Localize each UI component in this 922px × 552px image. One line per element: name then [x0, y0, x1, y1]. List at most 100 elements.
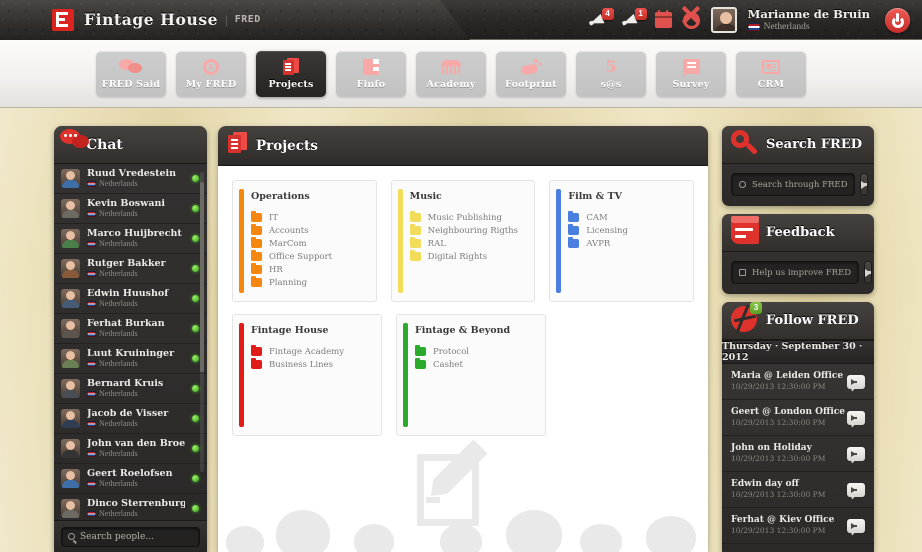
chat-list-item[interactable]: Kevin BoswaniNetherlands — [54, 194, 207, 224]
chat-person-name: John van den Broek — [87, 438, 185, 449]
search-fred-input[interactable]: Search through FRED — [731, 173, 855, 196]
project-folder-item[interactable]: CAM — [568, 211, 683, 224]
chat-list-item[interactable]: John van den BroekNetherlands — [54, 434, 207, 464]
project-folder-item[interactable]: Office Support — [251, 250, 366, 263]
project-folder-item[interactable]: Accounts — [251, 224, 366, 237]
project-folder-item[interactable]: Fintage Academy — [251, 345, 371, 358]
avatar — [61, 379, 80, 398]
search-fred-submit-button[interactable] — [860, 173, 868, 196]
folder-icon — [251, 226, 262, 235]
chat-list-item[interactable]: Marco HuijbrechtNetherlands — [54, 224, 207, 254]
project-folder-item[interactable]: Licensing — [568, 224, 683, 237]
feed-item-text: Maria @ Leiden Office10/29/2013 12:30:00… — [731, 371, 843, 392]
projects-panel-header: Projects — [218, 126, 708, 166]
folder-icon — [251, 278, 262, 287]
footprint-icon — [521, 57, 541, 76]
tab-footprint[interactable]: Footprint — [496, 51, 566, 97]
chat-list-item[interactable]: Rutger BakkerNetherlands — [54, 254, 207, 284]
chat-country-label: Netherlands — [99, 299, 138, 309]
watermark-illustration — [218, 438, 708, 552]
feedback-input[interactable]: Help us improve FRED — [731, 261, 859, 284]
chat-list-item[interactable]: Edwin HuushofNetherlands — [54, 284, 207, 314]
chat-person-country: Netherlands — [87, 359, 185, 369]
reply-bubble-icon[interactable] — [847, 519, 865, 533]
tab-my-fred[interactable]: My FRED — [176, 51, 246, 97]
folder-icon — [251, 360, 262, 369]
follow-feed-item[interactable]: Geert @ London Office10/29/2013 12:30:00… — [722, 400, 874, 436]
tab-finfo[interactable]: Finfo — [336, 51, 406, 97]
chat-list-item[interactable]: Luut KruiningerNetherlands — [54, 344, 207, 374]
chat-person-country: Netherlands — [87, 509, 185, 519]
tab-survey[interactable]: Survey — [656, 51, 726, 97]
chat-list-item[interactable]: Geert RoelofsenNetherlands — [54, 464, 207, 494]
chat-list-item[interactable]: Ruud VredesteinNetherlands — [54, 164, 207, 194]
project-folder-item[interactable]: Cashet — [415, 358, 535, 371]
project-folder-item[interactable]: Music Publishing — [410, 211, 525, 224]
project-folder-item[interactable]: HR — [251, 263, 366, 276]
project-folder-item[interactable]: MarCom — [251, 237, 366, 250]
reply-bubble-icon[interactable] — [847, 375, 865, 389]
follow-fred-title: Follow FRED — [766, 313, 859, 328]
project-folder-item[interactable]: Business Lines — [251, 358, 371, 371]
avatar[interactable] — [711, 7, 737, 33]
chat-people-list[interactable]: Ruud VredesteinNetherlandsKevin BoswaniN… — [54, 164, 207, 520]
feed-item-text: Geert @ London Office10/29/2013 12:30:00… — [731, 407, 845, 428]
chat-list-item[interactable]: Ferhat BurkanNetherlands — [54, 314, 207, 344]
project-folder-item[interactable]: Neighbouring Rigths — [410, 224, 525, 237]
brand-logo[interactable]: Fintage House | FRED — [52, 9, 261, 31]
tab-fred-said[interactable]: FRED Said — [96, 51, 166, 97]
tab-s-s[interactable]: 5s@s — [576, 51, 646, 97]
feed-item-title: Ferhat @ Kiev Office — [731, 515, 834, 526]
tab-projects[interactable]: Projects — [256, 51, 326, 97]
chat-list-item[interactable]: Jacob de VisserNetherlands — [54, 404, 207, 434]
project-card[interactable]: Film & TVCAMLicensingAVPR — [549, 180, 694, 302]
feedback-submit-button[interactable] — [864, 261, 872, 284]
project-folder-item[interactable]: Protocol — [415, 345, 535, 358]
chat-person-country: Netherlands — [87, 329, 185, 339]
follow-feed-item[interactable]: Edwin day off10/29/2013 12:30:00 PM — [722, 472, 874, 508]
chat-country-label: Netherlands — [99, 329, 138, 339]
notifications-button-1[interactable]: 4 — [589, 9, 611, 31]
project-folder-item[interactable]: AVPR — [568, 237, 683, 250]
project-card[interactable]: Fintage & BeyondProtocolCashet — [396, 314, 546, 436]
project-card[interactable]: Operations ITAccountsMarComOffice Support… — [232, 180, 377, 302]
tab-label: My FRED — [186, 79, 237, 90]
chat-search-area: Search people... — [54, 520, 207, 552]
search-people-input[interactable]: Search people... — [61, 527, 200, 547]
follow-feed-item[interactable]: Ferhat @ Kiev Office10/29/2013 12:30:00 … — [722, 508, 874, 544]
chat-country-label: Netherlands — [99, 359, 138, 369]
online-status-dot — [192, 385, 199, 392]
calendar-icon[interactable] — [655, 12, 672, 28]
project-folder-item[interactable]: RAL — [410, 237, 525, 250]
project-card-title: Operations — [251, 191, 366, 202]
card-accent-bar — [239, 189, 244, 293]
project-card[interactable]: MusicMusic PublishingNeighbouring Rigths… — [391, 180, 536, 302]
project-folder-item[interactable]: Digital Rights — [410, 250, 525, 263]
notifications-button-2[interactable]: 1 — [622, 9, 644, 31]
project-card[interactable]: Fintage HouseFintage AcademyBusiness Lin… — [232, 314, 382, 436]
project-folder-label: Neighbouring Rigths — [428, 226, 518, 236]
tab-crm[interactable]: CRM — [736, 51, 806, 97]
feed-item-title: Maria @ Leiden Office — [731, 371, 843, 382]
avatar — [61, 289, 80, 308]
chat-panel-title: Chat — [86, 137, 123, 153]
reply-bubble-icon[interactable] — [847, 411, 865, 425]
notification-badge-1: 4 — [602, 8, 614, 20]
arrow-right-icon — [861, 181, 867, 189]
chat-person-country: Netherlands — [87, 239, 185, 249]
gear-icon[interactable] — [683, 12, 700, 29]
follow-feed-item[interactable]: Maria @ Leiden Office10/29/2013 12:30:00… — [722, 364, 874, 400]
project-folder-item[interactable]: Planning — [251, 276, 366, 289]
follow-feed-item[interactable]: John on Holiday10/29/2013 12:30:00 PM — [722, 436, 874, 472]
project-folder-item[interactable]: IT — [251, 211, 366, 224]
online-status-dot — [192, 175, 199, 182]
reply-bubble-icon[interactable] — [847, 483, 865, 497]
card-accent-bar — [398, 189, 403, 293]
chat-list-item[interactable]: Dinco SterrenburgNetherlands — [54, 494, 207, 520]
logout-power-button[interactable] — [885, 8, 910, 33]
chat-list-item[interactable]: Bernard KruisNetherlands — [54, 374, 207, 404]
user-info[interactable]: Marianne de Bruin Netherlands — [748, 8, 870, 33]
chat-scrollbar[interactable] — [200, 172, 204, 472]
tab-academy[interactable]: Academy — [416, 51, 486, 97]
reply-bubble-icon[interactable] — [847, 447, 865, 461]
